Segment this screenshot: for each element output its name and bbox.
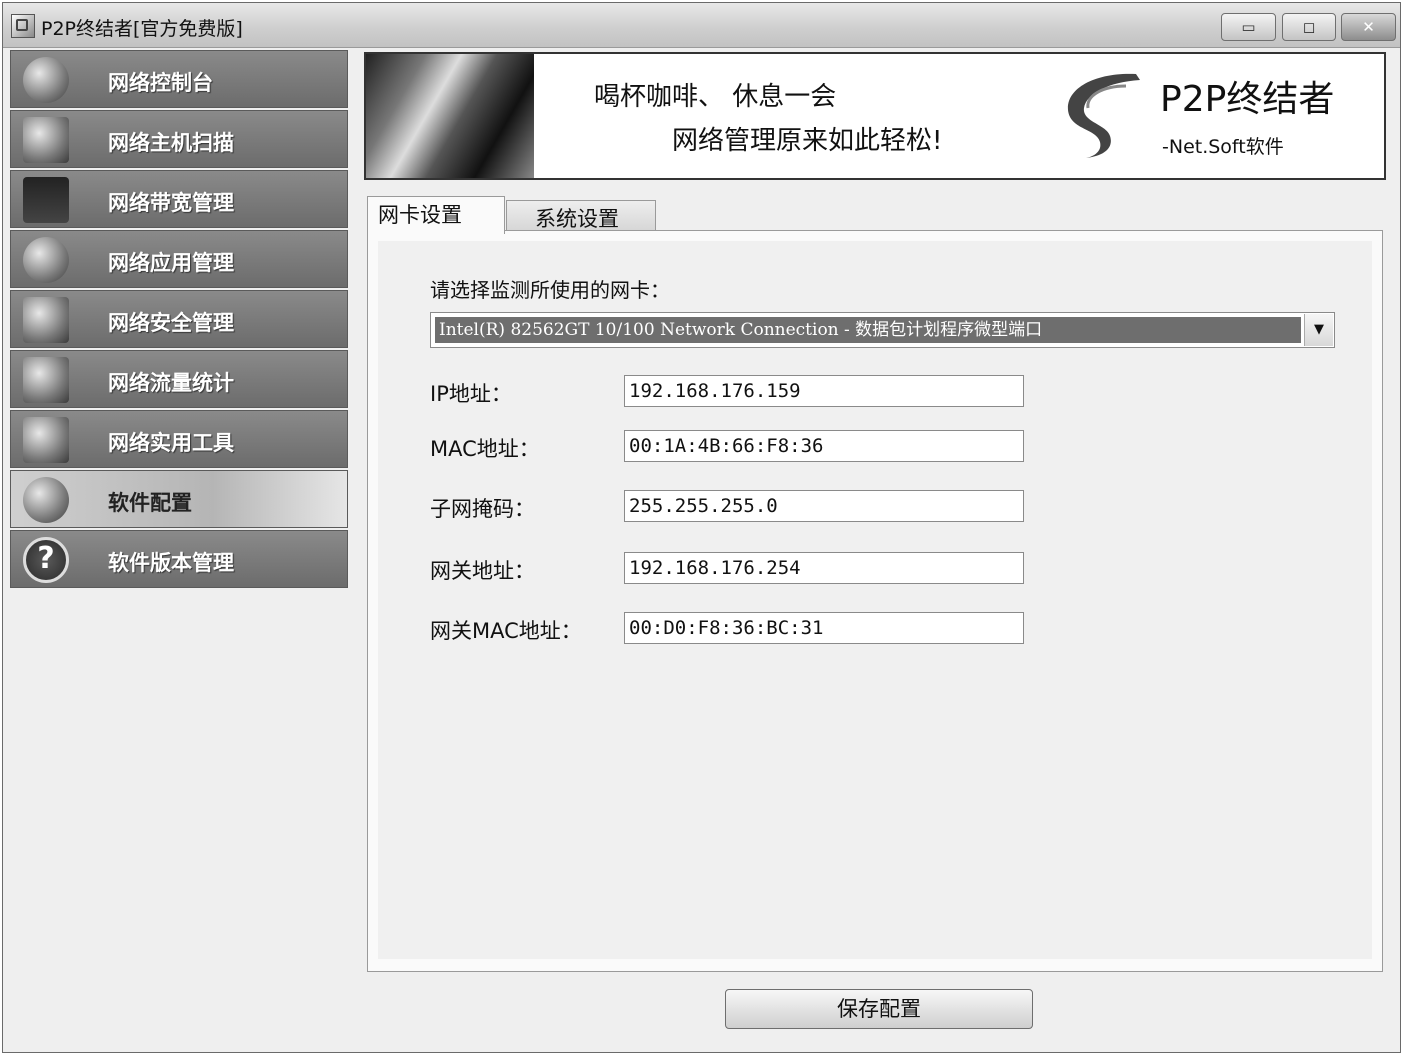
banner-slogan-line2: 网络管理原来如此轻松! xyxy=(672,126,943,156)
brand-name: P2P终结者 xyxy=(1160,79,1335,120)
sidebar-item-bandwidth[interactable]: 网络带宽管理 xyxy=(10,170,348,228)
books-icon xyxy=(23,357,69,403)
mac-field[interactable]: 00:1A:4B:66:F8:36 xyxy=(624,430,1024,462)
brand-subtitle: -Net.Soft软件 xyxy=(1162,136,1284,158)
sidebar-item-label: 网络安全管理 xyxy=(108,311,234,335)
sidebar-item-app-management[interactable]: 网络应用管理 xyxy=(10,230,348,288)
subnet-mask-label: 子网掩码： xyxy=(430,497,535,521)
save-config-button[interactable]: 保存配置 xyxy=(725,989,1033,1029)
nic-select[interactable]: Intel(R) 82562GT 10/100 Network Connecti… xyxy=(430,312,1335,348)
tab-nic-settings[interactable]: 网卡设置 xyxy=(367,196,505,234)
gateway-label: 网关地址： xyxy=(430,559,535,583)
apps-icon xyxy=(23,237,69,283)
subnet-mask-field[interactable]: 255.255.255.0 xyxy=(624,490,1024,522)
sidebar-item-security[interactable]: 网络安全管理 xyxy=(10,290,348,348)
gateway-mac-label: 网关MAC地址： xyxy=(430,619,582,643)
sidebar-item-label: 网络应用管理 xyxy=(108,251,234,275)
app-icon xyxy=(11,14,35,38)
maximize-button[interactable]: ◻ xyxy=(1282,13,1336,41)
sidebar-item-label: 网络控制台 xyxy=(108,71,213,95)
tab-system-settings[interactable]: 系统设置 xyxy=(506,200,656,232)
nic-select-prompt: 请选择监测所使用的网卡： xyxy=(430,278,670,302)
gateway-mac-field[interactable]: 00:D0:F8:36:BC:31 xyxy=(624,612,1024,644)
window-title: P2P终结者[官方免费版] xyxy=(41,18,243,40)
sidebar-item-label: 网络主机扫描 xyxy=(108,131,234,155)
chevron-down-icon[interactable]: ▼ xyxy=(1304,314,1333,346)
globe-icon xyxy=(23,57,69,103)
sidebar-item-label: 网络带宽管理 xyxy=(108,191,234,215)
sidebar-nav: 网络控制台 网络主机扫描 网络带宽管理 网络应用管理 网络安全管理 网络流量统计… xyxy=(10,50,348,590)
sidebar-item-label: 网络实用工具 xyxy=(108,431,234,455)
panel-body xyxy=(378,241,1372,959)
sidebar-item-software-config[interactable]: 软件配置 xyxy=(10,470,348,528)
gateway-field[interactable]: 192.168.176.254 xyxy=(624,552,1024,584)
title-bar[interactable]: P2P终结者[官方免费版] ▭ ◻ ✕ xyxy=(3,3,1400,48)
sidebar-item-tools[interactable]: 网络实用工具 xyxy=(10,410,348,468)
keys-icon xyxy=(23,297,69,343)
sidebar-item-traffic-stats[interactable]: 网络流量统计 xyxy=(10,350,348,408)
sidebar-item-label: 软件版本管理 xyxy=(108,551,234,575)
banner-slogan-line1: 喝杯咖啡、 休息一会 xyxy=(594,82,837,112)
sidebar-item-label: 软件配置 xyxy=(108,491,192,515)
sidebar-item-version[interactable]: ? 软件版本管理 xyxy=(10,530,348,588)
sidebar-item-label: 网络流量统计 xyxy=(108,371,234,395)
banner-photo xyxy=(366,54,534,178)
sidebar-item-network-console[interactable]: 网络控制台 xyxy=(10,50,348,108)
nic-select-value: Intel(R) 82562GT 10/100 Network Connecti… xyxy=(435,317,1301,343)
close-button[interactable]: ✕ xyxy=(1341,13,1396,41)
settings-globe-icon xyxy=(23,477,69,523)
waveform-icon xyxy=(23,177,69,223)
computer-icon xyxy=(23,117,69,163)
ip-field[interactable]: 192.168.176.159 xyxy=(624,375,1024,407)
tools-icon xyxy=(23,417,69,463)
banner: 喝杯咖啡、 休息一会 网络管理原来如此轻松! P2P终结者 -Net.Soft软… xyxy=(364,52,1386,180)
sidebar-item-host-scan[interactable]: 网络主机扫描 xyxy=(10,110,348,168)
brand-logo-icon xyxy=(1067,73,1140,158)
mac-label: MAC地址： xyxy=(430,437,540,461)
help-icon: ? xyxy=(23,537,69,583)
ip-label: IP地址： xyxy=(430,382,512,406)
minimize-button[interactable]: ▭ xyxy=(1221,13,1276,41)
